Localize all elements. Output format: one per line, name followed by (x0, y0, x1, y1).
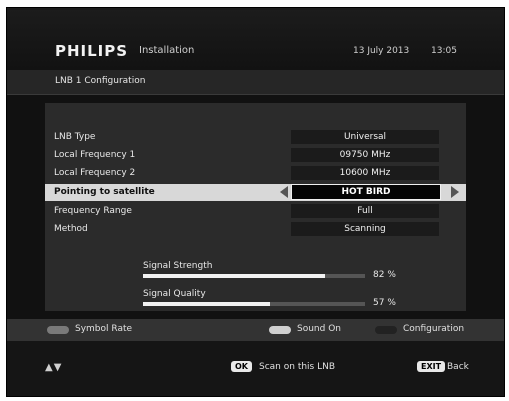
setting-label: Method (54, 224, 88, 234)
header: PHILIPS Installation 13 July 2013 13:05 (7, 8, 504, 70)
exit-key-icon[interactable]: EXIT (417, 361, 446, 372)
signal-strength-bar (143, 274, 365, 278)
setting-value: Full (357, 206, 373, 216)
blue-key-label[interactable]: Configuration (403, 324, 464, 334)
left-triangle-icon[interactable] (280, 186, 288, 198)
setting-label: LNB Type (54, 132, 96, 142)
brand-logo: PHILIPS (55, 42, 129, 60)
setting-row-method[interactable]: Method Scanning (45, 221, 466, 238)
color-key-bar: Symbol Rate Sound On Configuration (7, 319, 504, 341)
setting-row-local-frequency-2[interactable]: Local Frequency 2 10600 MHz (45, 165, 466, 182)
time-label: 13:05 (431, 46, 457, 56)
setting-value-box: Full (291, 204, 439, 218)
ok-action-label[interactable]: Scan on this LNB (259, 362, 335, 372)
setting-value: Universal (343, 132, 387, 142)
setting-value: Scanning (344, 224, 386, 234)
subheader-title: LNB 1 Configuration (55, 76, 146, 86)
setting-row-local-frequency-1[interactable]: Local Frequency 1 09750 MHz (45, 147, 466, 164)
signal-quality-bar (143, 302, 365, 306)
tv-screen: PHILIPS Installation 13 July 2013 13:05 … (6, 7, 505, 397)
red-key-icon[interactable] (47, 326, 69, 334)
setting-value-box: HOT BIRD (291, 184, 441, 200)
setting-value-box: Scanning (291, 222, 439, 236)
setting-row-lnb-type[interactable]: LNB Type Universal (45, 129, 466, 146)
setting-label: Frequency Range (54, 206, 132, 216)
red-key-label[interactable]: Symbol Rate (75, 324, 132, 334)
green-key-icon[interactable] (269, 326, 291, 334)
up-down-arrows-icon: ▲▼ (45, 362, 63, 373)
signal-strength-fill (143, 274, 326, 278)
setting-row-pointing-to-satellite[interactable]: Pointing to satellite HOT BIRD (45, 184, 466, 201)
setting-label: Pointing to satellite (54, 187, 155, 197)
setting-value: 09750 MHz (339, 150, 391, 160)
setting-value: 10600 MHz (339, 168, 391, 178)
signal-quality-fill (143, 302, 270, 306)
exit-action-label[interactable]: Back (447, 362, 469, 372)
signal-quality-label: Signal Quality (143, 289, 206, 299)
setting-label: Local Frequency 1 (54, 150, 136, 160)
setting-value-box: 10600 MHz (291, 166, 439, 180)
setting-value: HOT BIRD (341, 187, 391, 197)
setting-value-box: Universal (291, 130, 439, 144)
setting-label: Local Frequency 2 (54, 168, 136, 178)
setting-value-box: 09750 MHz (291, 148, 439, 162)
setting-row-frequency-range[interactable]: Frequency Range Full (45, 203, 466, 220)
subheader: LNB 1 Configuration (7, 70, 504, 95)
blue-key-icon[interactable] (375, 326, 397, 334)
date-label: 13 July 2013 (353, 46, 410, 56)
signal-quality-percent: 57 % (373, 298, 396, 308)
signal-strength-label: Signal Strength (143, 261, 213, 271)
right-triangle-icon[interactable] (451, 186, 459, 198)
screen-title: Installation (139, 45, 195, 56)
settings-panel: LNB Type Universal Local Frequency 1 097… (45, 103, 466, 311)
green-key-label[interactable]: Sound On (297, 324, 341, 334)
footer: ▲▼ OK Scan on this LNB EXIT Back (7, 341, 504, 396)
ok-key-icon[interactable]: OK (231, 361, 252, 372)
signal-strength-percent: 82 % (373, 270, 396, 280)
